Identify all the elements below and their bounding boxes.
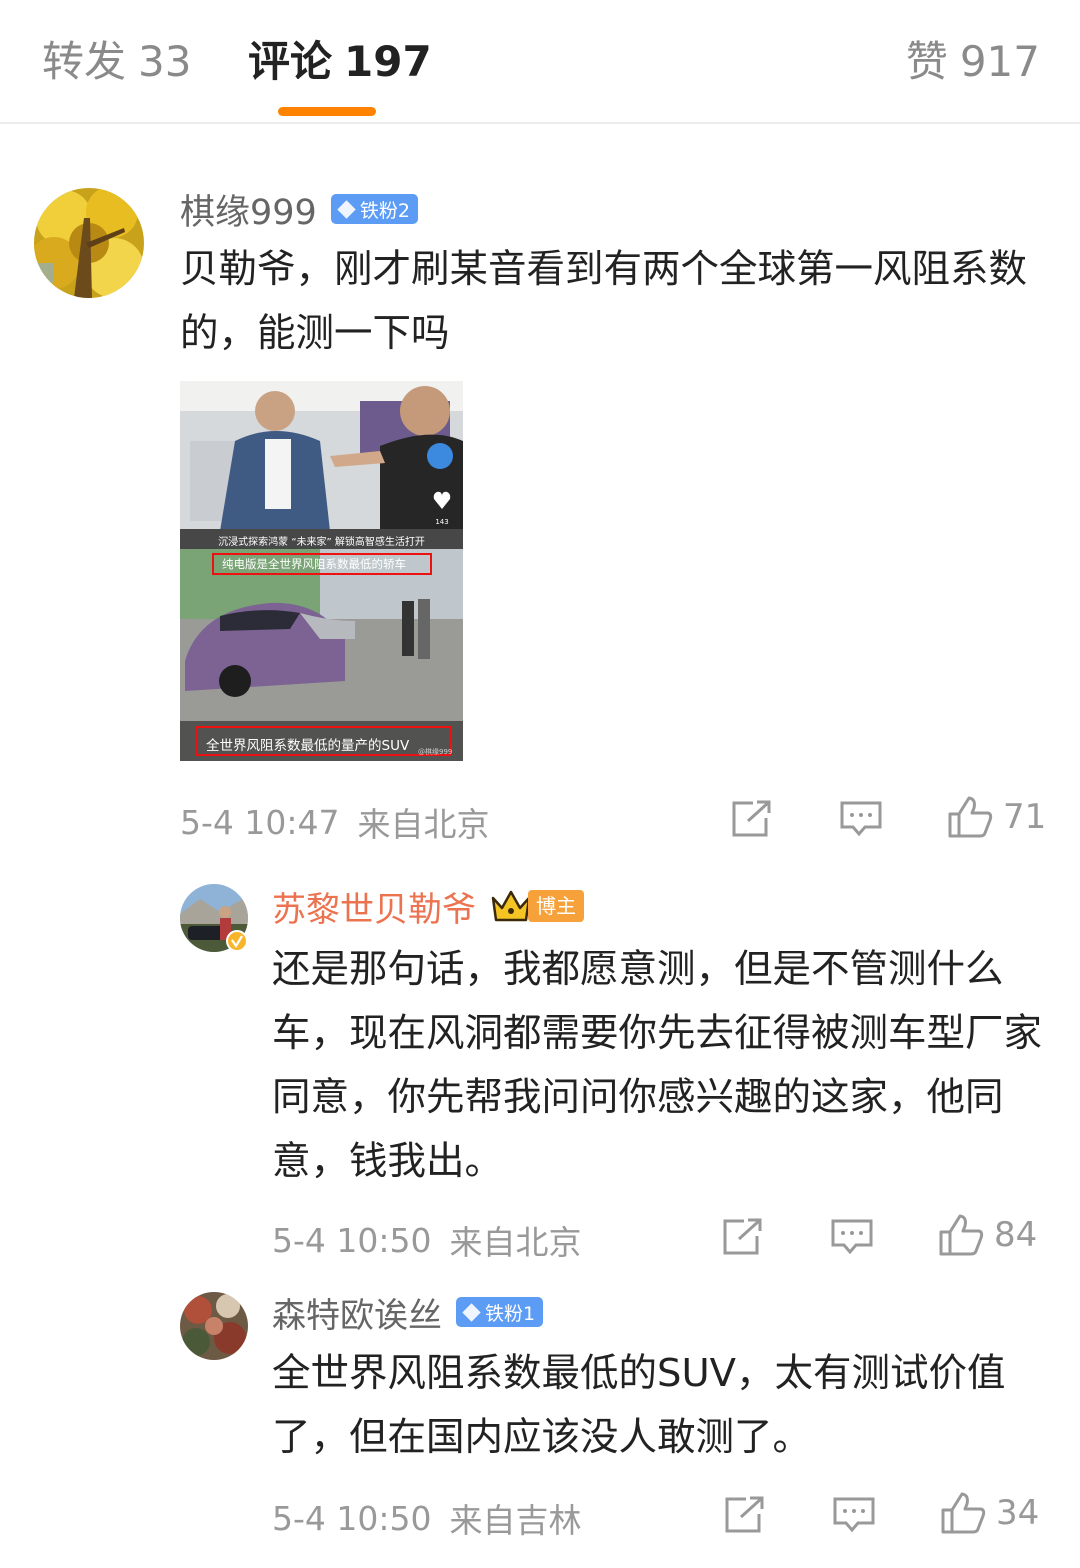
tab-likes[interactable]: 赞 917	[906, 36, 1040, 88]
comment-header: 苏黎世贝勒爷 博主	[272, 882, 584, 931]
image-caption-bottom: 全世界风阻系数最低的量产的SUV	[206, 738, 410, 754]
avatar[interactable]	[180, 1292, 248, 1360]
comment-location: 来自北京	[449, 1223, 582, 1262]
tab-reposts-label: 转发	[42, 37, 127, 86]
tab-comments[interactable]: 评论 197	[248, 36, 432, 88]
comment-icon	[831, 1219, 873, 1255]
comment-icon	[833, 1497, 875, 1533]
comment-location: 来自北京	[357, 805, 490, 844]
image-watermark: @棋缘999	[418, 748, 453, 756]
crown-icon	[491, 890, 531, 922]
like-button[interactable]: 71	[947, 796, 1046, 838]
comment-text: 贝勒爷，刚才刷某音看到有两个全球第一风阻系数的，能测一下吗	[180, 247, 1028, 356]
avatar-image	[34, 188, 144, 298]
comment-header: 森特欧诶丝 铁粉1	[272, 1288, 544, 1337]
comment-meta: 5-4 10:47 来自北京	[180, 798, 490, 846]
fan-badge[interactable]: 铁粉2	[330, 194, 418, 224]
comment-image[interactable]: 143 沉浸式探索鸿蒙 “未来家” 解锁高智感生活打开 纯电版是全世界风阻系数最…	[180, 381, 463, 761]
username[interactable]: 棋缘999	[180, 184, 317, 235]
share-icon	[723, 1218, 762, 1255]
tab-likes-count: 917	[959, 37, 1040, 86]
comment-location: 来自吉林	[449, 1501, 582, 1540]
active-tab-indicator	[278, 107, 376, 116]
image-overlay-title: 沉浸式探索鸿蒙 “未来家” 解锁高智感生活打开	[218, 537, 425, 548]
diamond-icon	[462, 1302, 481, 1322]
thumb-up-icon	[939, 1214, 984, 1256]
like-button[interactable]: 34	[940, 1492, 1039, 1534]
comment-text: 还是那句话，我都愿意测，但是不管测什么车，现在风洞都需要你先去征得被测车型厂家同…	[272, 947, 1043, 1184]
tab-likes-label: 赞	[905, 37, 948, 86]
reply-button[interactable]	[839, 800, 883, 838]
tab-comments-count: 197	[344, 37, 432, 86]
fan-badge-label: 铁粉1	[485, 1302, 536, 1325]
fan-badge[interactable]: 铁粉1	[456, 1297, 544, 1327]
username[interactable]: 苏黎世贝勒爷	[272, 882, 476, 931]
verified-icon	[226, 930, 248, 952]
blogger-badge[interactable]: 博主	[490, 888, 584, 924]
image-like-count: 143	[435, 518, 448, 526]
comment-meta: 5-4 10:50 来自吉林	[272, 1494, 582, 1542]
diamond-icon	[337, 199, 356, 219]
comment-meta: 5-4 10:50 来自北京	[272, 1216, 582, 1264]
tab-reposts[interactable]: 转发 33	[42, 36, 191, 88]
comment-icon	[840, 801, 882, 837]
avatar[interactable]	[34, 188, 144, 298]
tab-reposts-count: 33	[138, 37, 192, 86]
share-icon	[725, 1496, 764, 1533]
avatar-image	[180, 1292, 248, 1360]
share-icon	[732, 800, 771, 837]
share-button[interactable]	[722, 1218, 764, 1256]
reply-button[interactable]	[832, 1496, 876, 1534]
share-button[interactable]	[724, 1496, 766, 1534]
username[interactable]: 森特欧诶丝	[272, 1288, 442, 1337]
comment-date: 5-4 10:50	[272, 1220, 432, 1260]
tab-bar: 转发 33 评论 197 赞 917	[0, 0, 1080, 124]
like-button[interactable]: 84	[938, 1214, 1037, 1256]
share-button[interactable]	[731, 800, 773, 838]
thumb-up-icon	[941, 1492, 986, 1534]
comment-text: 全世界风阻系数最低的SUV，太有测试价值了，但在国内应该没人敢测了。	[272, 1351, 1006, 1460]
comment-date: 5-4 10:50	[272, 1498, 432, 1538]
fan-badge-label: 铁粉2	[359, 199, 410, 222]
thumb-up-icon	[948, 796, 993, 838]
reply-button[interactable]	[830, 1218, 874, 1256]
tab-comments-label: 评论	[248, 37, 333, 86]
like-count: 71	[1003, 797, 1047, 837]
like-count: 34	[996, 1493, 1040, 1533]
like-count: 84	[994, 1215, 1038, 1255]
comment-date: 5-4 10:47	[180, 802, 340, 842]
comment-header: 棋缘999 铁粉2	[180, 187, 418, 233]
avatar[interactable]	[180, 884, 248, 952]
blogger-badge-label: 博主	[528, 890, 584, 922]
image-caption-top: 纯电版是全世界风阻系数最低的轿车	[222, 557, 406, 571]
